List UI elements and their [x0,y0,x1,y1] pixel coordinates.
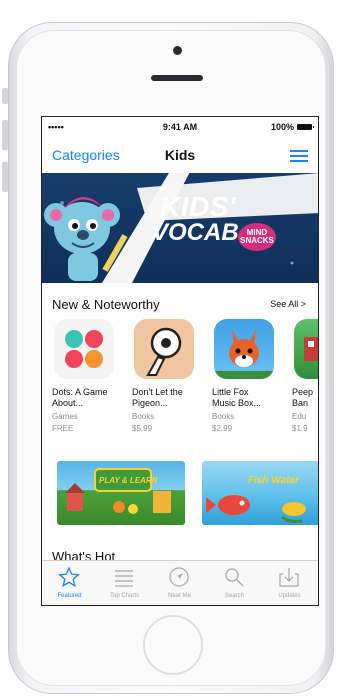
app-price: $1.9 [292,424,308,433]
battery-icon [297,124,314,130]
navigation-bar: Categories Kids [42,137,318,173]
pigeon-app-icon [134,319,194,379]
tab-label: Featured [57,593,82,599]
app-price: $2.99 [212,424,233,433]
little-fox-app-icon [214,319,274,379]
peep-app-icon [294,319,318,379]
app-carousel: Dots: A Game About... Games FREE Don't L… [52,319,318,439]
home-button[interactable] [143,615,203,675]
star-icon [58,566,80,588]
battery-percentage: 100% [270,122,294,132]
app-category: Books [212,412,235,421]
banner-headline-vocab: VOCAB [152,219,239,246]
download-icon [279,568,299,587]
status-bar: ••••• 9:41 AM 100% [42,117,318,137]
app-store-screen: ••••• 9:41 AM 100% Categories Kids KIDS'… [41,116,319,606]
featured-banner[interactable]: KIDS' VOCAB MIND SNACKS [42,173,318,283]
promo-label: PLAY & LEARN [99,476,158,485]
app-price: $5.99 [132,424,153,433]
app-category: Games [52,412,78,421]
app-name: Dots: A Game About... [52,387,108,408]
mind-snacks-badge: MIND SNACKS [238,223,276,251]
categories-back-button[interactable]: Categories [52,147,120,163]
tab-label: Updates [278,593,301,599]
tab-label: Near Me [167,593,191,599]
app-category: Edu [292,412,307,421]
dots-app-icon [54,319,114,379]
tab-label: Search [224,593,244,599]
earpiece-speaker [151,75,203,81]
see-all-link[interactable]: See All > [270,299,306,309]
play-and-learn-art [65,468,171,514]
tab-search[interactable]: Search [207,561,262,605]
volume-down-button [2,162,8,192]
tab-featured[interactable]: Featured [42,561,97,605]
app-name: Don't Let the Pigeon... [132,387,183,408]
app-price: FREE [52,424,74,433]
play-and-learn-promo[interactable]: PLAY & LEARN [57,461,185,525]
fish-water-art [206,495,306,523]
mute-switch [2,88,8,104]
promo-label: Fish Water [248,475,299,486]
search-icon [225,568,244,587]
app-category: Books [132,412,155,421]
tab-updates[interactable]: Updates [262,561,317,605]
app-name: Little Fox Music Box... [212,387,262,408]
location-icon [169,567,189,587]
list-view-icon[interactable] [290,149,308,163]
section-title: New & Noteworthy [52,297,160,312]
koala-character-icon [44,197,128,281]
tab-bar: Featured Top Charts Near Me Search Updat… [42,560,318,605]
tab-label: Top Charts [109,593,139,599]
banner-headline-kids: KIDS' [160,191,237,222]
tab-near-me[interactable]: Near Me [152,561,207,605]
app-name: Peep Ban [292,387,314,408]
tab-top-charts[interactable]: Top Charts [97,561,152,605]
fish-water-promo[interactable]: Fish Water [202,461,318,525]
list-icon [115,570,133,587]
front-camera [173,46,182,55]
volume-up-button [2,120,8,150]
